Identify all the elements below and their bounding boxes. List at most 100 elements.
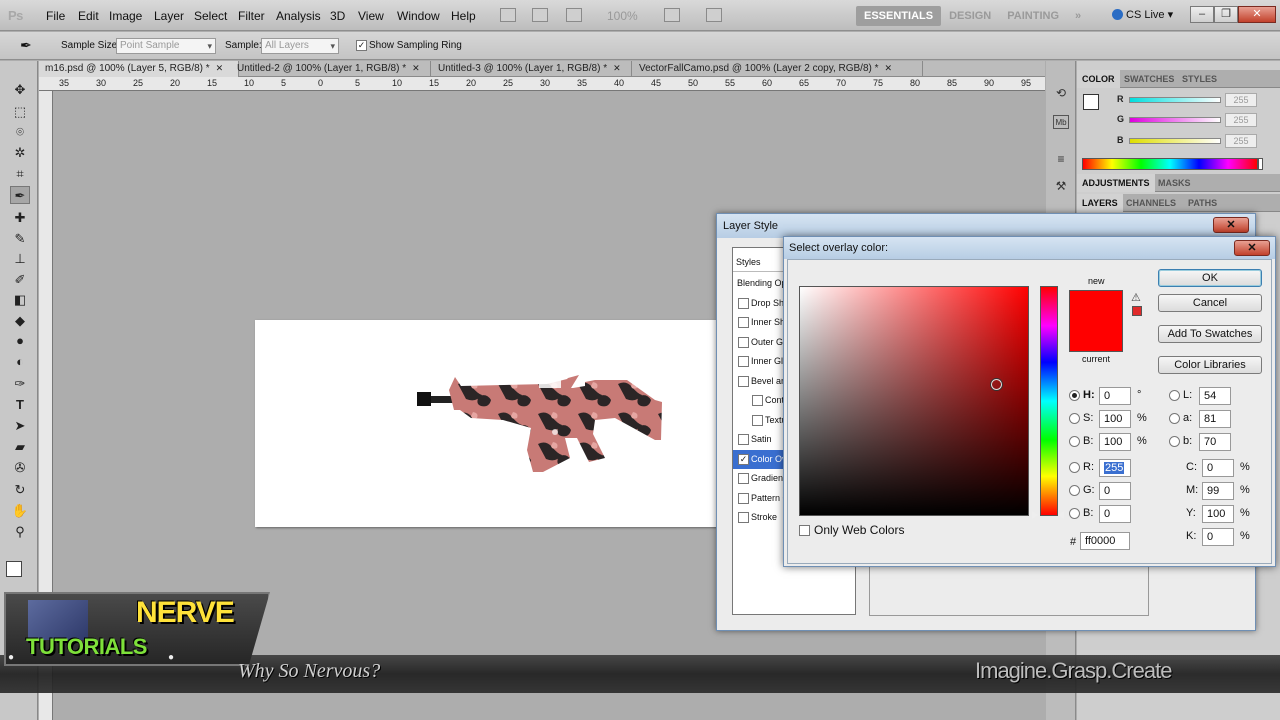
menu-image[interactable]: Image [109, 9, 142, 23]
menu-select[interactable]: Select [194, 9, 227, 23]
tab-color[interactable]: COLOR [1077, 70, 1120, 88]
hsb-input[interactable]: 100 [1099, 433, 1131, 451]
actions-panel-icon[interactable]: ⚒ [1053, 179, 1069, 193]
clone-stamp-tool-icon[interactable]: ⊥ [10, 250, 30, 268]
sample-select[interactable]: All Layers [261, 38, 339, 54]
tab-untitled-3[interactable]: Untitled-3 @ 100% (Layer 1, RGB/8) * ✕ [432, 61, 632, 77]
add-to-swatches-button[interactable]: Add To Swatches [1158, 325, 1262, 343]
cmyk-input[interactable]: 100 [1202, 505, 1234, 523]
color-picker-close-icon[interactable]: ✕ [1234, 240, 1270, 256]
paint-bucket-tool-icon[interactable]: ◆ [10, 312, 30, 330]
gamut-color-swatch[interactable] [1132, 306, 1142, 316]
horizontal-ruler[interactable]: 35 30 25 20 15 10 5 0 5 10 15 20 25 30 35 40 45 50 55 60 65 7… [39, 77, 1073, 91]
workspace-essentials[interactable]: ESSENTIALS [856, 6, 942, 26]
style-checkbox[interactable]: ✓ [738, 453, 749, 465]
menu-edit[interactable]: Edit [78, 9, 99, 23]
mini-bridge-icon[interactable] [532, 8, 548, 22]
foreground-color-swatch[interactable] [6, 561, 22, 577]
channel-g-value[interactable]: 255 [1225, 113, 1257, 127]
hue-slider[interactable] [1040, 286, 1058, 516]
menu-file[interactable]: File [46, 9, 65, 23]
channel-r-slider[interactable] [1129, 97, 1221, 103]
lasso-tool-icon[interactable]: ⌾ [10, 123, 30, 141]
style-checkbox[interactable] [752, 414, 763, 426]
view-extras-icon[interactable] [566, 8, 582, 22]
close-tab-icon[interactable]: ✕ [412, 63, 420, 73]
tab-masks[interactable]: MASKS [1153, 174, 1196, 192]
tab-vectorfallcamo[interactable]: VectorFallCamo.psd @ 100% (Layer 2 copy,… [633, 61, 923, 77]
hex-input[interactable]: ff0000 [1080, 532, 1130, 550]
ok-button[interactable]: OK [1158, 269, 1262, 287]
channel-r-value[interactable]: 255 [1225, 93, 1257, 107]
tab-untitled-2[interactable]: Untitled-2 @ 100% (Layer 1, RGB/8) * ✕ [231, 61, 431, 77]
layer-style-titlebar[interactable]: Layer Style ✕ [717, 214, 1255, 238]
menu-layer[interactable]: Layer [154, 9, 184, 23]
style-checkbox[interactable] [738, 473, 749, 484]
shape-tool-icon[interactable]: ▰ [10, 438, 30, 456]
hsb-radio[interactable] [1069, 413, 1080, 424]
cs-live-menu[interactable]: CS Live ▾ [1112, 8, 1173, 21]
eyedropper-tool-icon[interactable]: ✒ [10, 186, 30, 204]
show-sampling-ring-checkbox[interactable]: ✓ [356, 40, 367, 51]
rgb-radio[interactable] [1069, 485, 1080, 496]
lab-radio[interactable] [1169, 390, 1180, 401]
rgb-radio[interactable] [1069, 508, 1080, 519]
layer-style-close-icon[interactable]: ✕ [1213, 217, 1249, 233]
zoom-tool-icon[interactable]: ⚲ [10, 523, 30, 541]
channel-b-slider[interactable] [1129, 138, 1221, 144]
tab-channels[interactable]: CHANNELS [1121, 194, 1181, 212]
more-workspaces-icon[interactable]: » [1067, 6, 1089, 26]
type-tool-icon[interactable]: T [10, 396, 30, 414]
crop-tool-icon[interactable]: ⌗ [10, 165, 30, 183]
lab-radio[interactable] [1169, 413, 1180, 424]
saturation-brightness-field[interactable] [799, 286, 1029, 516]
history-brush-tool-icon[interactable]: ✐ [10, 271, 30, 289]
tab-m16[interactable]: m16.psd @ 100% (Layer 5, RGB/8) * ✕ [39, 61, 239, 77]
current-color-swatch[interactable] [1069, 321, 1123, 352]
style-checkbox[interactable] [738, 336, 749, 348]
rgb-input[interactable]: 0 [1099, 505, 1131, 523]
menu-filter[interactable]: Filter [238, 9, 265, 23]
quick-select-tool-icon[interactable]: ✲ [10, 144, 30, 162]
marquee-tool-icon[interactable]: ⬚ [10, 103, 30, 121]
style-checkbox[interactable] [738, 512, 749, 523]
cancel-button[interactable]: Cancel [1158, 294, 1262, 312]
3d-rotate-tool-icon[interactable]: ✇ [10, 459, 30, 477]
color-field-marker[interactable] [991, 379, 1002, 390]
screen-mode-icon[interactable] [706, 8, 722, 22]
menu-window[interactable]: Window [397, 9, 440, 23]
lab-input[interactable]: 81 [1199, 410, 1231, 428]
brush-tool-icon[interactable]: ✎ [10, 230, 30, 248]
document-canvas[interactable] [255, 320, 725, 527]
move-tool-icon[interactable]: ✥ [10, 81, 30, 99]
menu-analysis[interactable]: Analysis [276, 9, 321, 23]
eraser-tool-icon[interactable]: ◧ [10, 291, 30, 309]
panel-foreground-swatch[interactable] [1083, 94, 1099, 110]
style-checkbox[interactable] [738, 356, 749, 367]
3d-orbit-tool-icon[interactable]: ↻ [10, 481, 30, 499]
arrange-documents-icon[interactable] [664, 8, 680, 22]
hue-slider-left-arrow[interactable] [1032, 511, 1038, 519]
style-checkbox[interactable] [738, 317, 749, 328]
eyedropper-icon[interactable]: ✒ [20, 37, 32, 54]
rgb-input[interactable]: 255 [1099, 459, 1131, 477]
lab-input[interactable]: 70 [1199, 433, 1231, 451]
tool-presets-panel-icon[interactable]: ≡ [1053, 152, 1069, 166]
dodge-tool-icon[interactable]: ◐ [10, 353, 30, 371]
sample-size-select[interactable]: Point Sample [116, 38, 216, 54]
close-tab-icon[interactable]: ✕ [885, 63, 893, 73]
tab-layers[interactable]: LAYERS [1077, 194, 1123, 212]
mini-bridge-panel-icon[interactable]: Mb [1053, 115, 1069, 129]
workspace-painting[interactable]: PAINTING [999, 6, 1067, 26]
style-checkbox[interactable] [738, 492, 749, 504]
hsb-input[interactable]: 0 [1099, 387, 1131, 405]
zoom-level[interactable]: 100% [607, 9, 638, 23]
color-ramp-white[interactable] [1258, 158, 1263, 170]
tab-paths[interactable]: PATHS [1183, 194, 1222, 212]
history-panel-icon[interactable]: ⟲ [1053, 86, 1069, 100]
menu-3d[interactable]: 3D [330, 9, 345, 23]
healing-brush-tool-icon[interactable]: ✚ [10, 209, 30, 227]
tab-styles[interactable]: STYLES [1177, 70, 1222, 88]
path-select-tool-icon[interactable]: ➤ [10, 417, 30, 435]
rgb-radio[interactable] [1069, 462, 1080, 473]
